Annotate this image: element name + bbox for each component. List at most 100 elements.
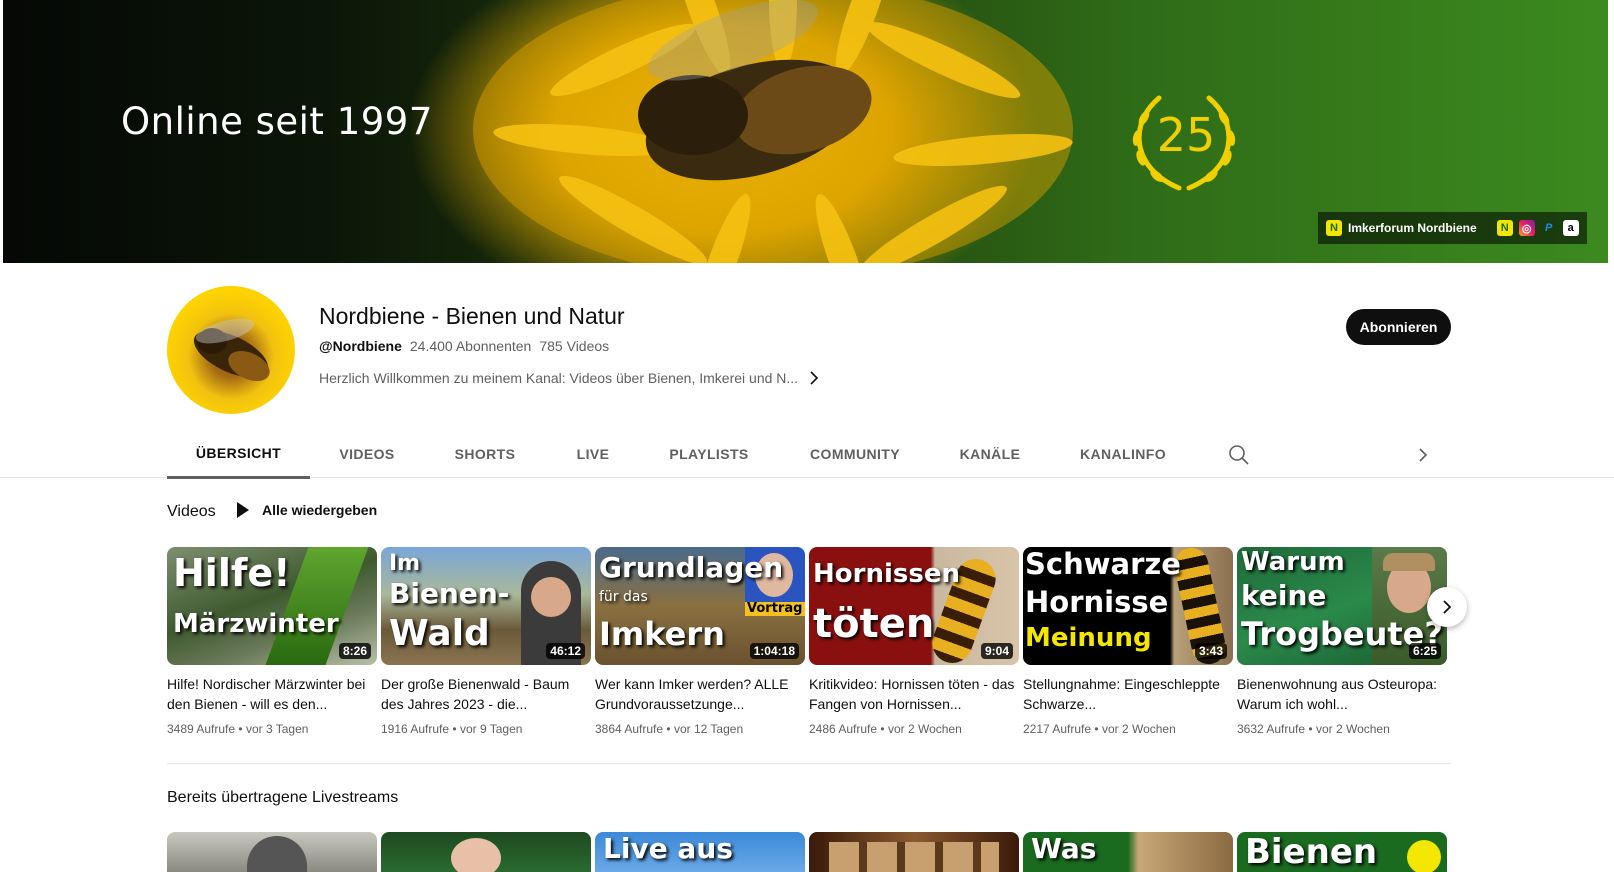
video-title[interactable]: Bienenwohnung aus Osteuropa: Warum ich w… xyxy=(1237,674,1447,714)
play-icon xyxy=(237,502,249,518)
thumbnail-text: Live aus xyxy=(603,832,733,865)
video-thumbnail[interactable]: Im Bienen- Wald 46:12 xyxy=(381,547,591,665)
video-count: 785 Videos xyxy=(539,338,610,354)
video-title[interactable]: Wer kann Imker werden? ALLE Grundvorauss… xyxy=(595,674,805,714)
thumbnail-text: Hornissen xyxy=(813,559,960,589)
meta-separator: • xyxy=(880,722,885,736)
video-thumbnail[interactable]: Warum keine Trogbeute? 6:25 xyxy=(1237,547,1447,665)
thumbnail-text: Grundlagen xyxy=(599,551,784,584)
banner-links: N Imkerforum Nordbiene N ◎ P a xyxy=(1318,212,1587,244)
banner-link-imkerforum[interactable]: N Imkerforum Nordbiene xyxy=(1326,220,1477,236)
view-count: 3489 Aufrufe xyxy=(167,722,236,736)
video-meta: 2217 Aufrufe • vor 2 Wochen xyxy=(1023,722,1233,736)
banner-link-label: Imkerforum Nordbiene xyxy=(1348,221,1477,235)
upload-age: vor 3 Tagen xyxy=(245,722,309,736)
tab-community[interactable]: COMMUNITY xyxy=(805,430,905,478)
video-card[interactable]: Hornissen töten 9:04 Kritikvideo: Hornis… xyxy=(809,547,1019,736)
video-card[interactable]: Hilfe! Märzwinter 8:26 Hilfe! Nordischer… xyxy=(167,547,377,736)
channel-banner: Online seit 1997 25 N Imkerforum Nordbie… xyxy=(3,0,1608,263)
live-thumbnail[interactable] xyxy=(167,832,377,872)
nordbiene-icon: N xyxy=(1326,220,1342,236)
chevron-right-icon[interactable] xyxy=(1412,444,1434,466)
meta-separator: • xyxy=(1094,722,1099,736)
upload-age: vor 2 Wochen xyxy=(1101,722,1176,736)
thumbnail-text: töten xyxy=(813,601,935,647)
play-all-label: Alle wiedergeben xyxy=(262,502,378,518)
paypal-icon[interactable]: P xyxy=(1541,220,1557,236)
thumbnail-text: Imkern xyxy=(599,615,725,653)
video-duration: 9:04 xyxy=(980,643,1013,659)
view-count: 2486 Aufrufe xyxy=(809,722,878,736)
video-meta: 3632 Aufrufe • vor 2 Wochen xyxy=(1237,722,1447,736)
video-thumbnail[interactable]: Hilfe! Märzwinter 8:26 xyxy=(167,547,377,665)
live-thumbnail[interactable] xyxy=(381,832,591,872)
video-meta: 3864 Aufrufe • vor 12 Tagen xyxy=(595,722,805,736)
thumbnail-text: Hornisse xyxy=(1025,585,1169,619)
anniversary-number: 25 xyxy=(1156,108,1216,162)
nordbiene-icon[interactable]: N xyxy=(1496,220,1513,236)
video-thumbnail[interactable]: Hornissen töten 9:04 xyxy=(809,547,1019,665)
tab-playlists[interactable]: PLAYLISTS xyxy=(660,430,758,478)
channel-tabs: ÜBERSICHT VIDEOS SHORTS LIVE PLAYLISTS C… xyxy=(0,430,1614,479)
thumbnail-text: Wald xyxy=(389,613,490,654)
upload-age: vor 2 Wochen xyxy=(1315,722,1390,736)
video-title[interactable]: Hilfe! Nordischer Märzwinter bei den Bie… xyxy=(167,674,377,714)
video-meta: 1916 Aufrufe • vor 9 Tagen xyxy=(381,722,591,736)
video-thumbnail[interactable]: Schwarze Hornisse Meinung 3:43 xyxy=(1023,547,1233,665)
upload-age: vor 12 Tagen xyxy=(673,722,744,736)
video-card[interactable]: Im Bienen- Wald 46:12 Der große Bienenwa… xyxy=(381,547,591,736)
meta-separator: • xyxy=(666,722,671,736)
instagram-icon[interactable]: ◎ xyxy=(1518,220,1535,236)
video-card[interactable]: Schwarze Hornisse Meinung 3:43 Stellungn… xyxy=(1023,547,1233,736)
subscriber-count: 24.400 Abonnenten xyxy=(409,338,532,354)
section-divider xyxy=(167,763,1451,764)
video-card[interactable]: Warum keine Trogbeute? 6:25 Bienenwohnun… xyxy=(1237,547,1447,736)
thumbnail-text: Meinung xyxy=(1025,623,1152,653)
tab-shorts[interactable]: SHORTS xyxy=(448,430,522,478)
subscribe-button[interactable]: Abonnieren xyxy=(1346,309,1451,345)
live-thumbnail[interactable]: Live aus xyxy=(595,832,805,872)
tab-kanalinfo[interactable]: KANALINFO xyxy=(1075,430,1171,478)
live-thumbnail[interactable] xyxy=(809,832,1019,872)
thumbnail-text: Warum xyxy=(1241,547,1345,577)
dandelion-image xyxy=(473,0,1073,263)
tab-kanaele[interactable]: KANÄLE xyxy=(955,430,1025,478)
banner-title: Online seit 1997 xyxy=(121,100,433,143)
video-duration: 46:12 xyxy=(546,643,585,659)
video-title[interactable]: Stellungnahme: Eingeschleppte Schwarze..… xyxy=(1023,674,1233,714)
video-title[interactable]: Der große Bienenwald - Baum des Jahres 2… xyxy=(381,674,591,714)
smiley-icon xyxy=(1407,840,1441,872)
tab-uebersicht[interactable]: ÜBERSICHT xyxy=(167,430,310,479)
chevron-right-icon xyxy=(810,371,819,385)
video-title[interactable]: Kritikvideo: Hornissen töten - das Fange… xyxy=(809,674,1019,714)
play-all-button[interactable]: Alle wiedergeben xyxy=(236,502,377,518)
thumbnail-text: Im xyxy=(389,551,421,576)
live-thumbnail[interactable]: Bienen xyxy=(1237,832,1447,872)
meta-separator: • xyxy=(452,722,457,736)
thumbnail-badge: Vortrag xyxy=(747,601,803,616)
view-count: 1916 Aufrufe xyxy=(381,722,450,736)
thumbnail-text: Bienen xyxy=(1245,832,1378,872)
upload-age: vor 9 Tagen xyxy=(459,722,523,736)
carousel-next-button[interactable] xyxy=(1427,587,1467,627)
meta-separator: • xyxy=(1308,722,1313,736)
channel-meta: @Nordbiene 24.400 Abonnenten 785 Videos xyxy=(319,338,609,354)
live-thumbnail[interactable]: Was xyxy=(1023,832,1233,872)
thumbnail-text: Schwarze xyxy=(1025,547,1181,581)
view-count: 3864 Aufrufe xyxy=(595,722,664,736)
thumbnail-text: für das xyxy=(599,589,648,605)
tab-live[interactable]: LIVE xyxy=(566,430,620,478)
amazon-icon[interactable]: a xyxy=(1562,220,1579,236)
video-duration: 6:25 xyxy=(1408,643,1441,659)
search-icon[interactable] xyxy=(1228,444,1250,466)
upload-age: vor 2 Wochen xyxy=(887,722,962,736)
video-card[interactable]: Grundlagen für das Imkern Vortrag 1:04:1… xyxy=(595,547,805,736)
meta-separator: • xyxy=(238,722,243,736)
video-meta: 2486 Aufrufe • vor 2 Wochen xyxy=(809,722,1019,736)
tab-videos[interactable]: VIDEOS xyxy=(330,430,404,478)
channel-description[interactable]: Herzlich Willkommen zu meinem Kanal: Vid… xyxy=(319,370,820,386)
thumbnail-text: Bienen- xyxy=(389,577,510,610)
channel-handle: @Nordbiene xyxy=(319,338,402,354)
channel-description-text: Herzlich Willkommen zu meinem Kanal: Vid… xyxy=(319,370,799,386)
video-thumbnail[interactable]: Grundlagen für das Imkern Vortrag 1:04:1… xyxy=(595,547,805,665)
